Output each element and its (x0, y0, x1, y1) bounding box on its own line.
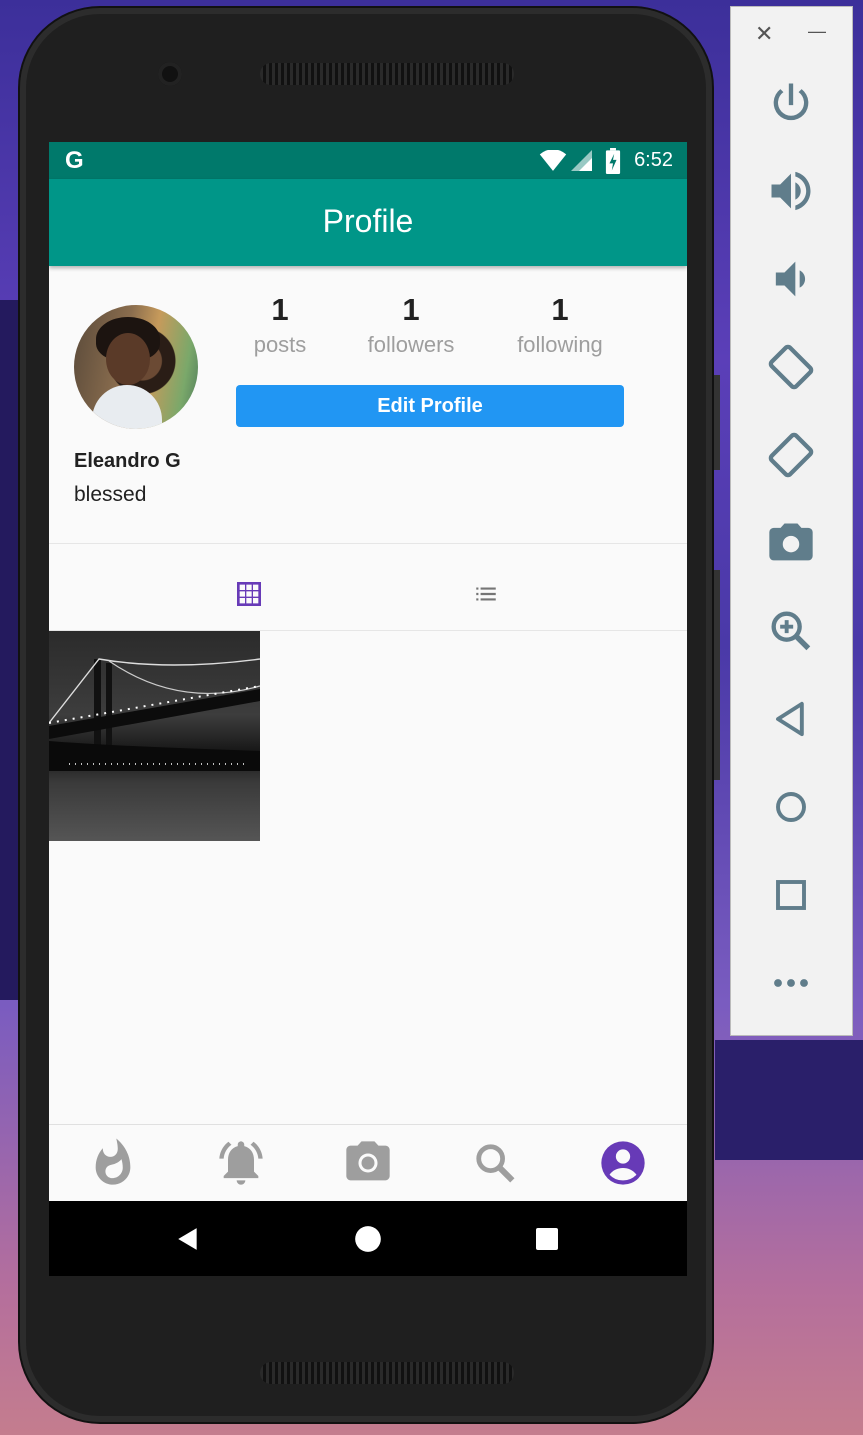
android-navigation-bar (49, 1201, 687, 1276)
volume-down-icon (775, 261, 806, 297)
avatar-shirt (92, 385, 162, 429)
nav-item-search[interactable] (469, 1137, 521, 1189)
edit-profile-button[interactable]: Edit Profile (236, 385, 624, 427)
power-button[interactable] (765, 77, 817, 129)
phone-side-button (714, 570, 720, 780)
more-button[interactable] (765, 957, 817, 1009)
bridge-photo (49, 658, 260, 771)
earpiece-speaker (260, 63, 514, 85)
account-icon (601, 1141, 645, 1185)
signal-icon (571, 150, 592, 171)
page-title: Profile (322, 203, 414, 239)
stat-posts-label: posts (253, 332, 307, 357)
flame-icon (95, 1138, 131, 1185)
nav-home-icon[interactable] (354, 1225, 382, 1253)
stat-following[interactable]: 1 following (495, 292, 625, 358)
screenshot-icon (769, 523, 813, 561)
search-icon (476, 1144, 515, 1183)
avatar-face (106, 333, 150, 385)
nav-back-icon[interactable] (175, 1225, 201, 1253)
stat-followers-value: 1 (402, 292, 420, 327)
overview-button[interactable] (765, 869, 817, 921)
close-button[interactable]: ✕ (755, 21, 773, 47)
bottom-speaker (260, 1362, 514, 1384)
more-icon (774, 979, 808, 987)
rotate-left-button[interactable] (765, 341, 817, 393)
rotate-right-icon (768, 432, 814, 478)
rotate-left-icon (768, 344, 814, 390)
back-button[interactable] (765, 693, 817, 745)
status-bar: G 6:52 (49, 142, 687, 179)
camera-icon (346, 1141, 390, 1181)
post-thumbnail[interactable] (49, 631, 260, 841)
google-icon: G (65, 147, 84, 174)
nav-item-feed[interactable] (87, 1137, 139, 1189)
power-icon (773, 83, 809, 121)
back-icon (776, 701, 804, 737)
emulator-control-panel: ✕ — (730, 6, 853, 1036)
app-bar: Profile (49, 179, 687, 266)
grid-icon (237, 582, 261, 606)
zoom-icon (771, 611, 811, 651)
rotate-right-button[interactable] (765, 429, 817, 481)
overview-icon (776, 880, 806, 910)
stat-following-label: following (517, 332, 603, 357)
volume-down-button[interactable] (765, 253, 817, 305)
bell-icon (219, 1141, 263, 1185)
list-icon (476, 587, 496, 601)
profile-bio: blessed (74, 483, 147, 506)
wifi-icon (539, 150, 567, 171)
volume-up-icon (771, 171, 811, 211)
nav-overview-icon[interactable] (535, 1227, 559, 1251)
phone-screen: G 6:52 Profile 1 posts 1 followers 1 fol… (49, 142, 687, 1276)
stat-posts-value: 1 (271, 292, 289, 327)
phone-side-button (714, 375, 720, 470)
home-icon (776, 792, 806, 822)
battery-icon (605, 148, 621, 174)
nav-item-profile[interactable] (597, 1137, 649, 1189)
nav-item-upload[interactable] (342, 1137, 394, 1189)
screenshot-button[interactable] (765, 517, 817, 569)
tab-list[interactable] (368, 544, 687, 630)
stat-followers-label: followers (367, 332, 455, 357)
minimize-button[interactable]: — (808, 21, 826, 42)
zoom-button[interactable] (765, 605, 817, 657)
stat-following-value: 1 (551, 292, 569, 327)
profile-name: Eleandro G (74, 450, 181, 472)
tab-grid[interactable] (49, 544, 368, 630)
stat-followers[interactable]: 1 followers (346, 292, 476, 358)
stat-posts[interactable]: 1 posts (215, 292, 345, 358)
home-button[interactable] (765, 781, 817, 833)
status-time: 6:52 (634, 149, 673, 171)
front-camera (158, 62, 182, 86)
avatar[interactable] (74, 305, 198, 429)
background-shape (715, 1040, 863, 1160)
volume-up-button[interactable] (765, 165, 817, 217)
bottom-navigation (49, 1124, 687, 1202)
nav-item-notifications[interactable] (215, 1137, 267, 1189)
